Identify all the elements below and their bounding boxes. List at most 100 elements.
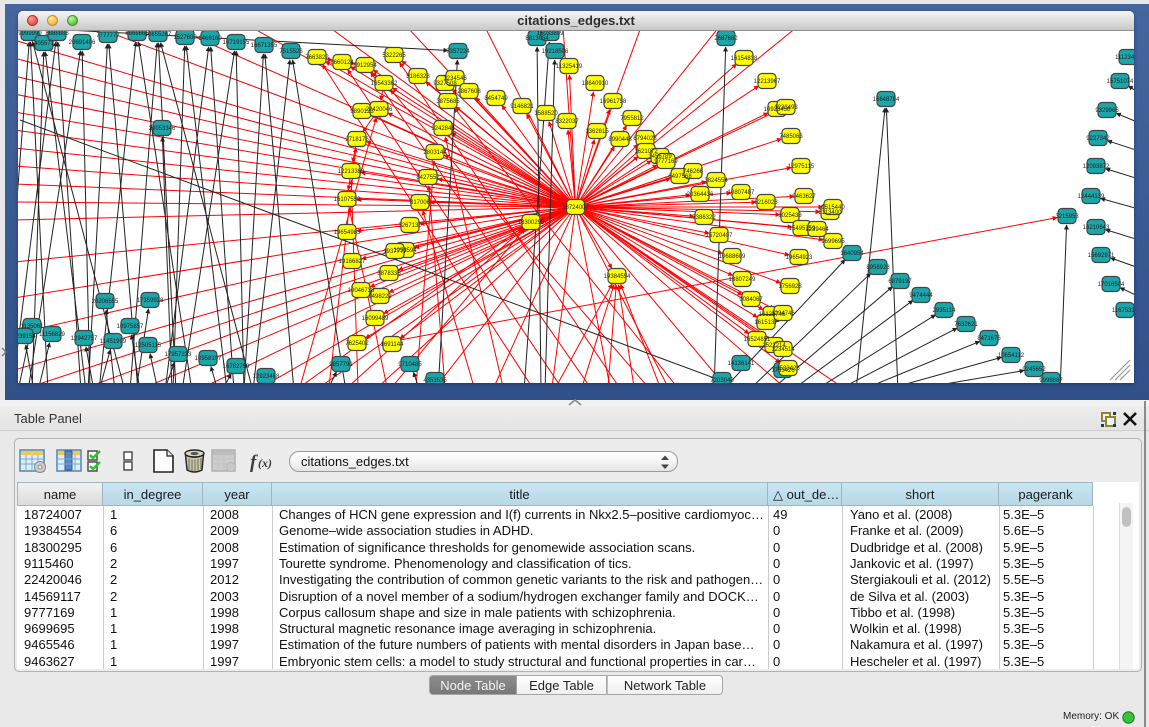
svg-text:7663822: 7663822: [305, 55, 329, 61]
svg-text:1588520: 1588520: [534, 111, 558, 117]
svg-text:10975857: 10975857: [117, 324, 144, 330]
svg-text:9999999: 9999999: [18, 31, 42, 37]
svg-text:1937777: 1937777: [383, 249, 407, 255]
svg-text:22420046: 22420046: [366, 107, 393, 113]
svg-text:7625402: 7625402: [345, 341, 369, 347]
svg-text:10807487: 10807487: [728, 190, 755, 196]
svg-text:10688609: 10688609: [719, 254, 746, 260]
svg-text:12942757: 12942757: [71, 336, 98, 342]
svg-text:9084067: 9084067: [739, 297, 763, 303]
svg-text:9474444: 9474444: [909, 293, 933, 299]
svg-text:16543362: 16543362: [371, 81, 398, 87]
svg-text:9329966: 9329966: [1095, 108, 1119, 114]
svg-text:1234514: 1234514: [771, 347, 795, 353]
svg-text:12093872: 12093872: [1083, 164, 1110, 170]
svg-text:7203040: 7203040: [710, 378, 734, 383]
svg-text:1239154: 1239154: [18, 334, 36, 340]
svg-text:19218506: 19218506: [542, 49, 569, 55]
svg-text:7357224: 7357224: [446, 49, 470, 55]
svg-text:10654112: 10654112: [998, 353, 1025, 359]
svg-text:18300295: 18300295: [518, 220, 545, 226]
svg-text:3267130: 3267130: [398, 223, 422, 229]
svg-text:1640954: 1640954: [840, 251, 864, 257]
svg-text:16648784: 16648784: [873, 97, 900, 103]
svg-text:(x): (x): [258, 456, 272, 470]
svg-text:11123456: 11123456: [1115, 55, 1134, 61]
svg-text:8660124: 8660124: [330, 60, 354, 66]
svg-text:16782759: 16782759: [223, 364, 250, 370]
svg-text:8912954: 8912954: [353, 63, 377, 69]
svg-text:2687682: 2687682: [714, 36, 738, 42]
svg-text:7955812: 7955812: [620, 116, 644, 122]
svg-text:11675333: 11675333: [1112, 308, 1134, 314]
svg-text:19654983: 19654983: [334, 230, 361, 236]
svg-text:f: f: [250, 452, 258, 473]
svg-text:9777169: 9777169: [654, 159, 678, 165]
svg-text:3824554: 3824554: [704, 178, 728, 184]
svg-text:9463627: 9463627: [792, 194, 816, 200]
svg-text:16961758: 16961758: [600, 99, 627, 105]
svg-text:7515526: 7515526: [279, 49, 303, 55]
svg-text:11156829: 11156829: [39, 332, 65, 338]
svg-text:7777777: 7777777: [96, 33, 120, 39]
svg-text:1234546: 1234546: [443, 76, 467, 82]
svg-text:18724007: 18724007: [562, 205, 589, 211]
svg-text:8454749: 8454749: [484, 96, 508, 102]
svg-text:3215953: 3215953: [1055, 214, 1079, 220]
svg-text:8990448: 8990448: [608, 137, 632, 143]
svg-text:17359928: 17359928: [137, 298, 164, 304]
svg-text:20364436: 20364436: [687, 192, 714, 198]
svg-text:2867608: 2867608: [457, 89, 481, 95]
svg-text:9245652: 9245652: [1022, 367, 1046, 373]
svg-text:15720407: 15720407: [706, 233, 733, 239]
svg-text:8958928: 8958928: [866, 265, 890, 271]
svg-text:12923468: 12923468: [253, 374, 280, 380]
svg-text:817006: 817006: [410, 200, 431, 206]
svg-text:9227342: 9227342: [1086, 136, 1110, 142]
svg-text:11325419: 11325419: [556, 64, 583, 70]
svg-text:9242848: 9242848: [431, 126, 455, 132]
svg-text:1691144: 1691144: [381, 342, 405, 348]
svg-text:8471676: 8471676: [977, 336, 1001, 342]
svg-text:2718176: 2718176: [345, 137, 369, 143]
svg-text:1233493: 1233493: [774, 105, 798, 111]
svg-text:3878335: 3878335: [377, 271, 401, 277]
svg-text:6216023: 6216023: [754, 200, 778, 206]
svg-text:17016504: 17016504: [1098, 282, 1125, 288]
svg-text:12444139: 12444139: [1078, 194, 1105, 200]
svg-text:8186328: 8186328: [406, 74, 430, 80]
svg-text:15692971: 15692971: [1088, 253, 1115, 259]
svg-text:6879197: 6879197: [888, 279, 912, 285]
svg-text:8888888: 8888888: [45, 31, 69, 37]
svg-text:1527602: 1527602: [173, 35, 197, 41]
svg-text:18640910: 18640910: [582, 81, 609, 87]
svg-text:8427552: 8427552: [416, 175, 440, 181]
svg-text:19166827: 19166827: [339, 259, 366, 265]
svg-text:7386322: 7386322: [692, 215, 716, 221]
svg-text:16033809: 16033809: [537, 31, 564, 37]
svg-text:9998887: 9998887: [1039, 378, 1063, 383]
svg-text:1234746: 1234746: [771, 311, 795, 317]
svg-text:2803144: 2803144: [423, 150, 447, 156]
svg-text:14136141: 14136141: [728, 361, 755, 367]
svg-text:12975115: 12975115: [788, 164, 815, 170]
svg-text:1025438: 1025438: [778, 213, 802, 219]
svg-text:16154838: 16154838: [731, 56, 758, 62]
svg-text:16099489: 16099489: [362, 316, 389, 322]
svg-text:16210643: 16210643: [1083, 225, 1110, 231]
svg-text:10655267: 10655267: [145, 32, 172, 38]
svg-text:6466160: 6466160: [198, 36, 222, 42]
svg-text:12505115: 12505115: [135, 343, 162, 349]
svg-text:9699695: 9699695: [821, 239, 845, 245]
svg-text:19384554: 19384554: [604, 274, 631, 280]
svg-text:3875685: 3875685: [436, 99, 460, 105]
svg-text:7485063: 7485063: [779, 134, 803, 140]
svg-text:1615137: 1615137: [754, 320, 778, 326]
svg-text:19654923: 19654923: [786, 255, 813, 261]
svg-text:14055712: 14055712: [31, 41, 58, 47]
svg-text:9857791: 9857791: [329, 362, 353, 368]
svg-text:8322037: 8322037: [555, 119, 579, 125]
svg-text:7632621: 7632621: [954, 322, 978, 328]
svg-text:1533426: 1533426: [776, 366, 800, 372]
svg-text:1239464: 1239464: [805, 227, 829, 233]
